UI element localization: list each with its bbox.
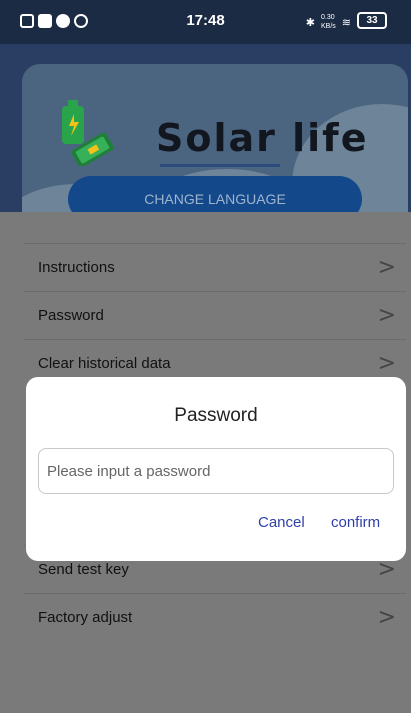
system-indicators: ✱ 0.30 KB/s ≋ [306,13,351,31]
menu-item-label: Password [38,307,104,324]
settings-list: Instructions > Password > Clear historic… [24,243,406,387]
status-bar: 17:48 ✱ 0.30 KB/s ≋ 33 [0,0,411,44]
header: Solar life CHANGE LANGUAGE [0,44,411,212]
title-underline [160,164,280,167]
chevron-right-icon: > [377,255,396,280]
app-title: Solar life [156,116,369,160]
menu-item-password[interactable]: Password > [24,291,406,339]
dialog-title: Password [174,405,258,426]
net-speed: 0.30 KB/s [320,14,336,30]
solar-logo-icon [62,100,114,166]
menu-item-label: Clear historical data [38,355,171,372]
menu-item-label: Instructions [38,259,115,276]
password-input[interactable] [38,448,394,494]
confirm-button[interactable]: confirm [331,514,380,531]
bluetooth-icon: ✱ [305,16,315,29]
menu-item-instructions[interactable]: Instructions > [24,243,406,291]
battery-icon: 33 [357,12,387,29]
password-dialog: Password Cancel confirm [26,377,406,561]
change-language-button[interactable]: CHANGE LANGUAGE [68,176,362,212]
chevron-right-icon: > [377,605,396,630]
menu-item-factory-adjust[interactable]: Factory adjust > [24,593,406,641]
menu-item-label: Send test key [38,561,129,578]
chevron-right-icon: > [377,303,396,328]
menu-item-label: Factory adjust [38,609,133,626]
cancel-button[interactable]: Cancel [258,514,305,531]
wifi-icon: ≋ [341,16,351,29]
